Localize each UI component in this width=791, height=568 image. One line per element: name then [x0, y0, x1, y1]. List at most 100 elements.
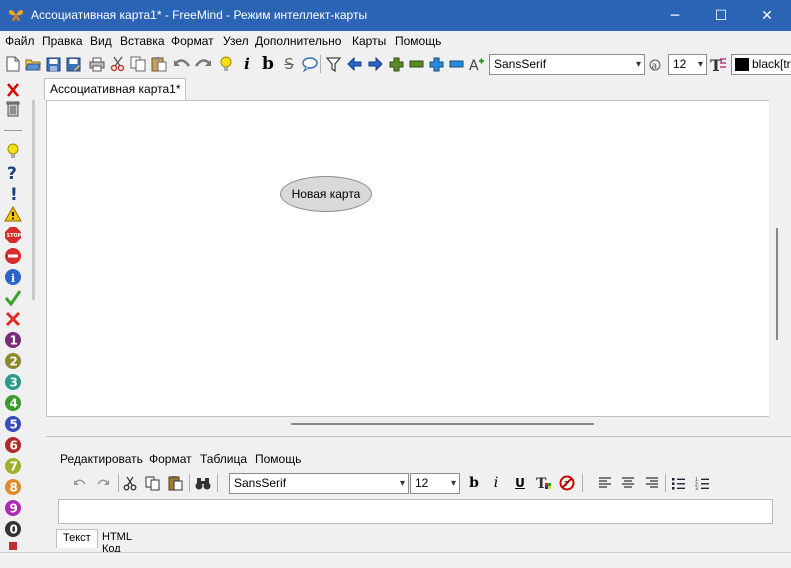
note-cut-button[interactable]	[120, 473, 140, 493]
filter-button[interactable]	[323, 54, 343, 74]
new-map-button[interactable]	[3, 54, 23, 74]
tab-html-code[interactable]: HTML Код	[96, 529, 138, 555]
strikethrough-button[interactable]: S	[279, 54, 299, 74]
zoom-in-button[interactable]	[386, 54, 406, 74]
paste-button[interactable]	[149, 54, 169, 74]
status-bar	[0, 552, 791, 568]
no-entry-icon[interactable]	[4, 247, 22, 265]
priority-8-icon[interactable]: 8	[4, 478, 22, 496]
checkmark-icon[interactable]	[4, 289, 22, 307]
icon-toolbar-scrollbar[interactable]	[32, 100, 35, 300]
priority-3-icon[interactable]: 3	[4, 373, 22, 391]
font-button[interactable]: a	[645, 54, 665, 74]
note-menu-help[interactable]: Помощь	[255, 452, 301, 466]
note-menu-edit[interactable]: Редактировать	[60, 452, 143, 466]
root-node[interactable]: Новая карта	[280, 176, 372, 212]
trash-icon[interactable]	[4, 100, 22, 118]
priority-4-icon[interactable]: 4	[4, 394, 22, 412]
note-paste-button[interactable]	[165, 473, 185, 493]
back-button[interactable]	[344, 54, 364, 74]
zoom-out-button[interactable]	[406, 54, 426, 74]
note-copy-button[interactable]	[142, 473, 162, 493]
maximize-button[interactable]: ☐	[698, 0, 744, 31]
note-text-color-button[interactable]: T	[534, 473, 554, 493]
tab-map-1[interactable]: Ассоциативная карта1*	[44, 78, 187, 100]
bold-button[interactable]: b	[258, 54, 278, 74]
note-clear-format-button[interactable]: T	[557, 473, 577, 493]
idea-lightbulb-icon[interactable]	[4, 142, 22, 160]
note-undo-button[interactable]	[70, 473, 90, 493]
save-button[interactable]	[43, 54, 63, 74]
note-numbered-list-button[interactable]: 1. 2. 3.	[692, 473, 712, 493]
priority-5-icon[interactable]: 5	[4, 415, 22, 433]
stop-sign-icon[interactable]: STOP	[4, 226, 22, 244]
priority-7-icon[interactable]: 7	[4, 457, 22, 475]
font-grow-icon: A	[469, 58, 484, 72]
note-bold-button[interactable]: b	[464, 473, 484, 493]
redo-button[interactable]	[193, 54, 213, 74]
note-align-right-button[interactable]	[642, 473, 662, 493]
menu-edit[interactable]: Правка	[42, 34, 83, 48]
note-font-size-select[interactable]: 12 ▾	[410, 473, 460, 494]
exclamation-mark-icon[interactable]: !	[4, 184, 22, 202]
open-button[interactable]	[23, 54, 43, 74]
warning-icon[interactable]	[4, 205, 22, 223]
copy-button[interactable]	[128, 54, 148, 74]
canvas-vertical-scrollbar[interactable]	[769, 100, 785, 418]
remove-node-button[interactable]	[446, 54, 466, 74]
vertical-scroll-thumb[interactable]	[776, 228, 778, 340]
forward-button[interactable]	[365, 54, 385, 74]
menu-node[interactable]: Узел	[223, 34, 249, 48]
font-larger-button[interactable]: A	[466, 54, 486, 74]
menu-help[interactable]: Помощь	[395, 34, 441, 48]
idea-button[interactable]	[216, 54, 236, 74]
priority-1-icon[interactable]: 1	[4, 331, 22, 349]
note-underline-button[interactable]: U	[510, 473, 530, 493]
add-child-button[interactable]	[426, 54, 446, 74]
cloud-button[interactable]	[300, 54, 320, 74]
undo-icon	[74, 479, 86, 485]
note-menu-format[interactable]: Формат	[149, 452, 192, 466]
info-icon[interactable]: i	[4, 268, 22, 286]
color-select[interactable]: black[tr	[731, 54, 791, 75]
cut-button[interactable]	[108, 54, 128, 74]
priority-9-icon[interactable]: 9	[4, 499, 22, 517]
menu-tools[interactable]: Дополнительно	[255, 34, 341, 48]
font-family-select[interactable]: SansSerif ▾	[489, 54, 645, 75]
menu-view[interactable]: Вид	[90, 34, 112, 48]
save-as-button[interactable]	[63, 54, 83, 74]
note-align-left-button[interactable]	[595, 473, 615, 493]
undo-button[interactable]	[172, 54, 192, 74]
horizontal-scroll-thumb[interactable]	[291, 423, 594, 425]
menu-maps[interactable]: Карты	[352, 34, 386, 48]
note-italic-button[interactable]: i	[486, 473, 506, 493]
minimize-button[interactable]: ─	[652, 0, 698, 31]
plus-blue-icon	[429, 57, 443, 71]
menu-insert[interactable]: Вставка	[120, 34, 165, 48]
note-font-family-select[interactable]: SansSerif ▾	[229, 473, 409, 494]
red-cross-icon[interactable]	[4, 310, 22, 328]
minus-blue-icon	[449, 60, 463, 68]
note-align-center-button[interactable]	[618, 473, 638, 493]
note-menu-table[interactable]: Таблица	[200, 452, 247, 466]
font-size-select[interactable]: 12 ▾	[668, 54, 707, 75]
mind-map-canvas[interactable]: Новая карта	[46, 100, 776, 417]
tab-text[interactable]: Текст	[56, 529, 98, 548]
text-color-button[interactable]: T	[708, 54, 728, 74]
priority-2-icon[interactable]: 2	[4, 352, 22, 370]
priority-0-icon[interactable]: 0	[4, 520, 22, 538]
note-bullet-list-button[interactable]	[668, 473, 688, 493]
note-find-button[interactable]	[193, 473, 213, 493]
print-button[interactable]	[87, 54, 107, 74]
priority-6-icon[interactable]: 6	[4, 436, 22, 454]
italic-button[interactable]: i	[237, 54, 257, 74]
menu-file[interactable]: Файл	[5, 34, 35, 48]
canvas-horizontal-scrollbar[interactable]	[46, 417, 769, 433]
question-mark-icon[interactable]: ?	[4, 163, 22, 181]
note-text-area[interactable]	[58, 499, 773, 524]
close-button[interactable]: ✕	[744, 0, 790, 31]
remove-last-icon-icon[interactable]	[4, 81, 22, 99]
menu-format[interactable]: Формат	[171, 34, 214, 48]
note-redo-button[interactable]	[93, 473, 113, 493]
more-icons-icon[interactable]	[4, 541, 22, 550]
